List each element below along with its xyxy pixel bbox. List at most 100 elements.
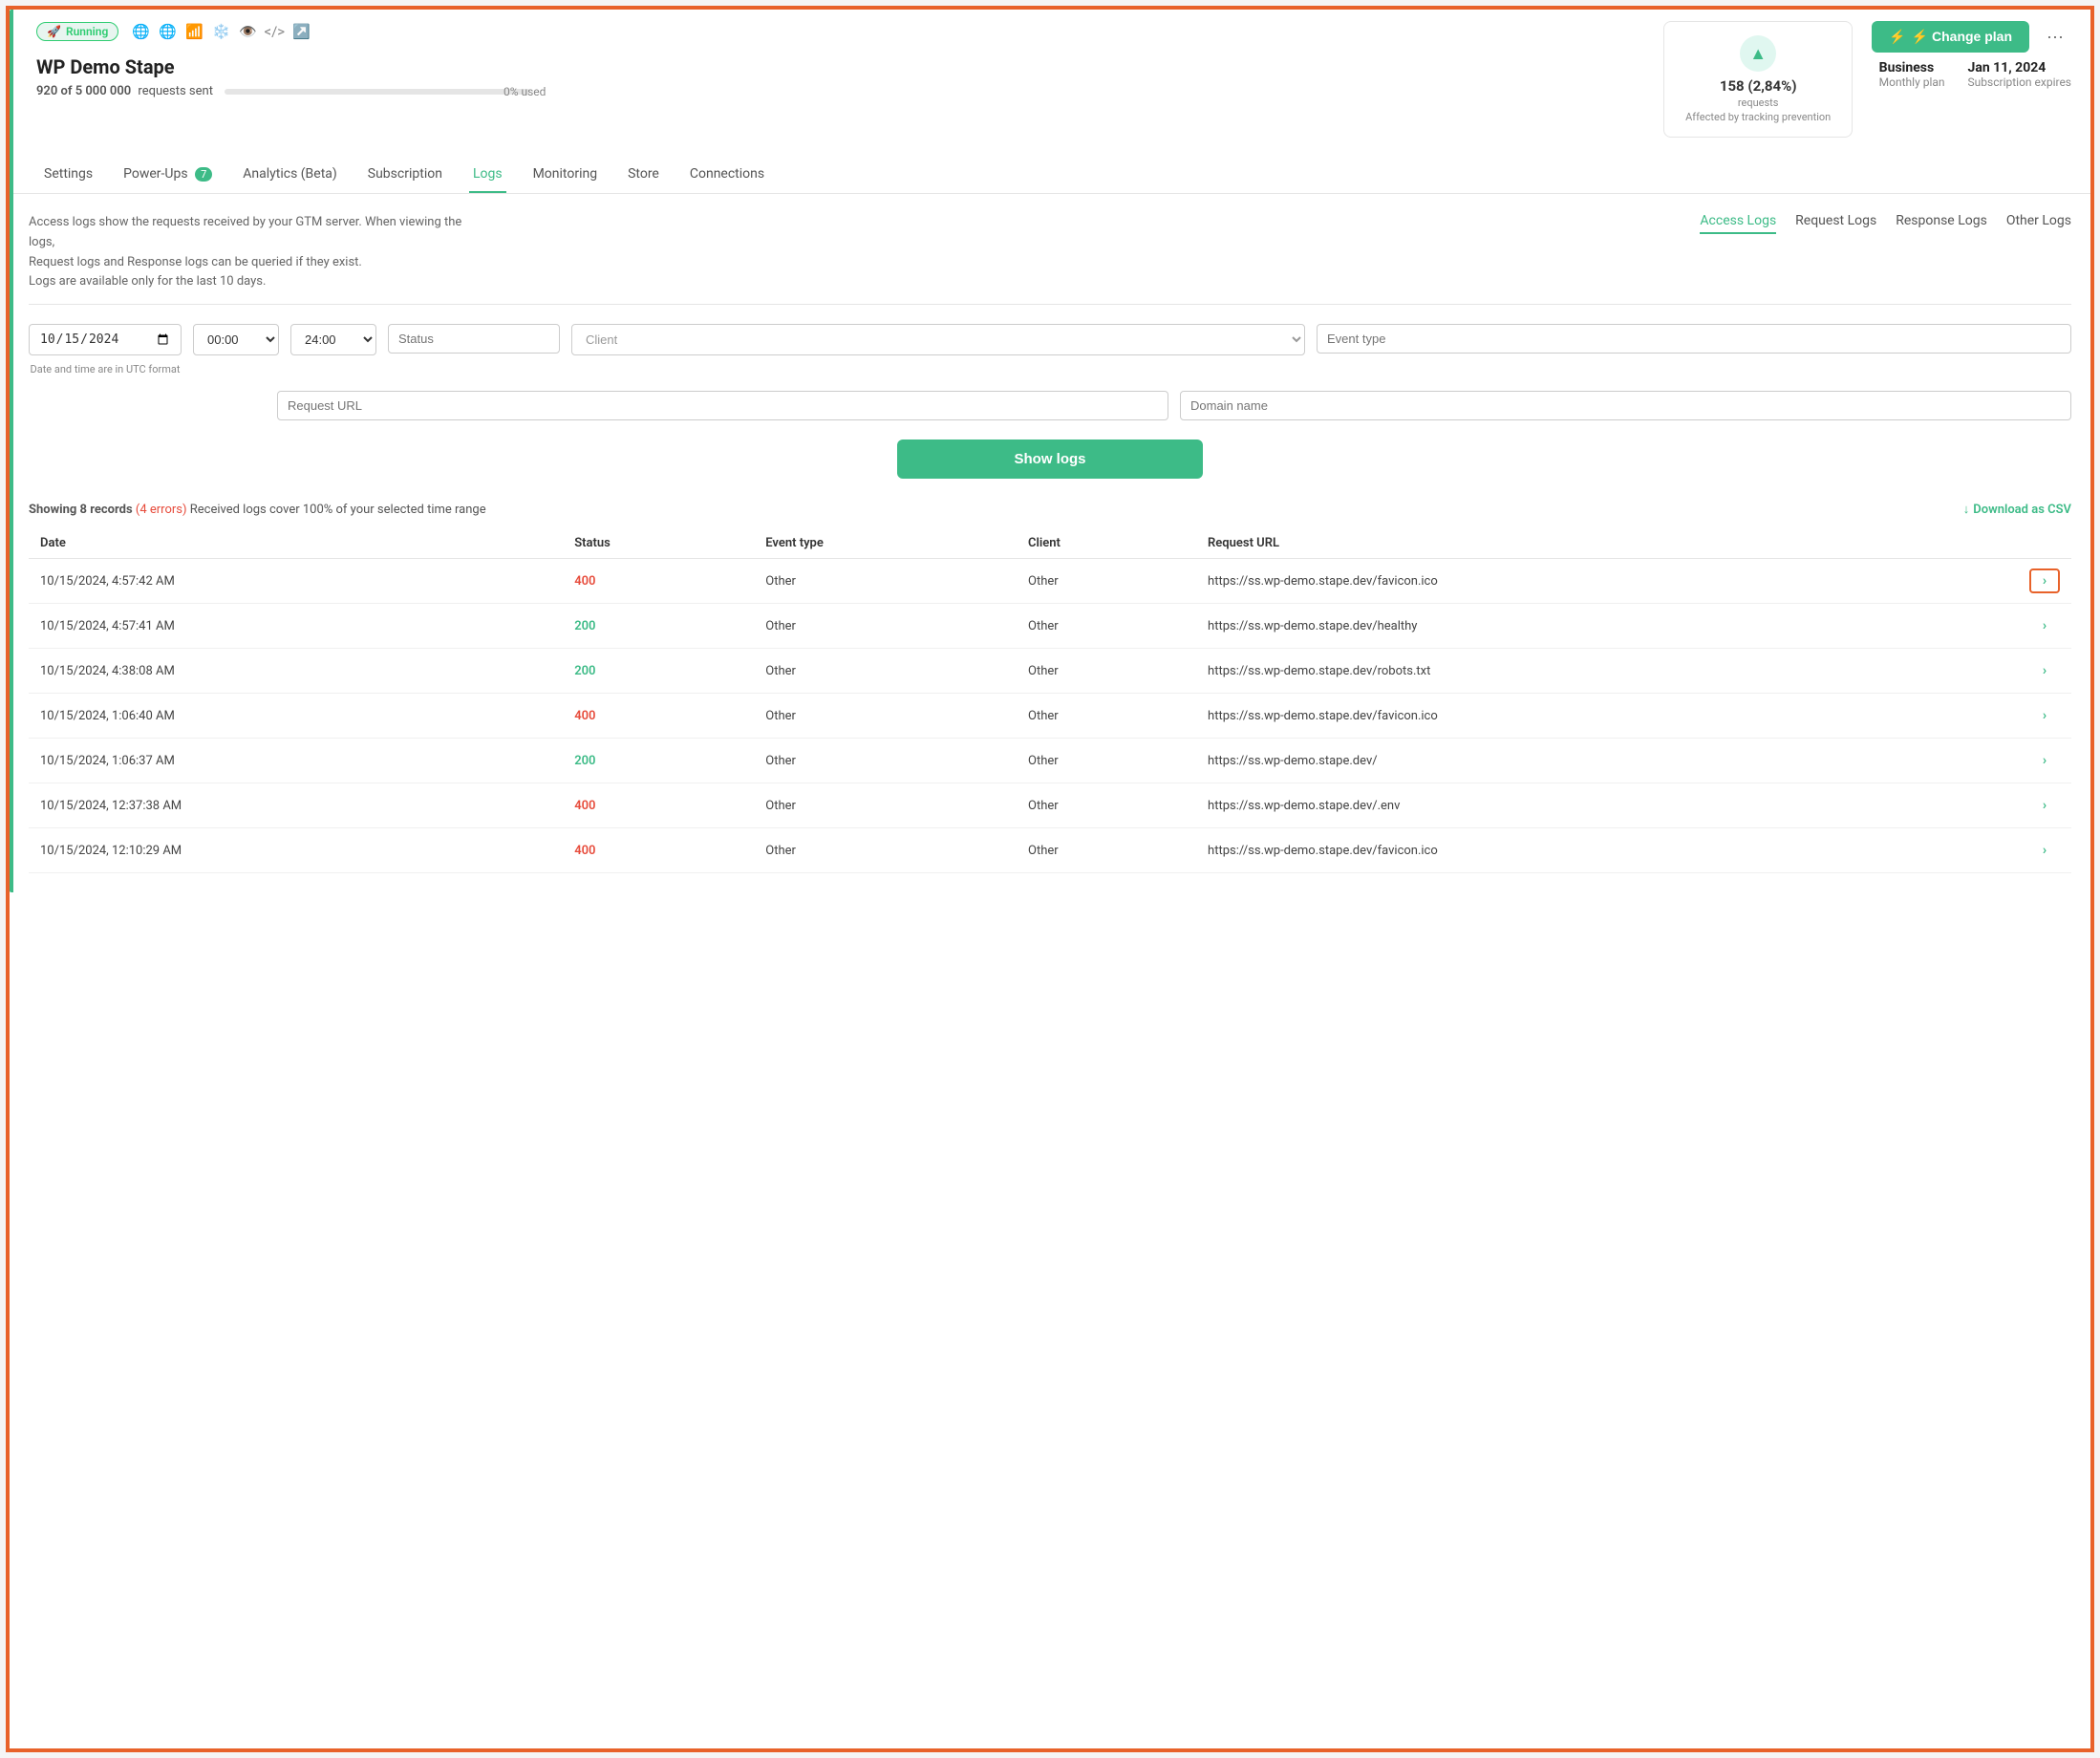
tab-logs[interactable]: Logs [469,157,506,193]
cell-status: 200 [563,739,754,783]
tab-store[interactable]: Store [624,157,663,193]
records-info: Showing 8 records (4 errors) Received lo… [29,502,2071,517]
log-section-header: Access logs show the requests received b… [29,213,2071,305]
tab-access-logs[interactable]: Access Logs [1700,213,1776,234]
network-icon: 🌐 [157,21,178,42]
download-icon: ↓ [1963,502,1970,517]
col-status: Status [563,528,754,559]
arrow-icon: ↗️ [290,21,311,42]
tab-other-logs[interactable]: Other Logs [2006,213,2071,234]
more-options-button[interactable]: ··· [2039,23,2071,51]
domain-name-filter[interactable] [1180,391,2071,420]
progress-bar [225,89,530,95]
cell-status: 400 [563,783,754,828]
user-icon: ❄️ [210,21,231,42]
cell-url: https://ss.wp-demo.stape.dev/favicon.ico [1196,694,2018,739]
cell-client: Other [1017,828,1196,873]
rocket-icon: 🚀 [47,25,61,38]
row-detail-button[interactable]: › [2029,793,2060,818]
nav-tabs: Settings Power-Ups 7 Analytics (Beta) Su… [36,157,2071,193]
show-logs-button[interactable]: Show logs [897,440,1203,479]
cell-event-type: Other [754,739,1017,783]
bars-icon: 📶 [183,21,204,42]
table-row: 10/15/2024, 4:38:08 AM 200 Other Other h… [29,649,2071,694]
status-filter[interactable] [388,324,560,354]
tab-subscription[interactable]: Subscription [364,157,446,193]
cell-url: https://ss.wp-demo.stape.dev/healthy [1196,604,2018,649]
date-filter-group: Date and time are in UTC format [29,324,182,375]
time-from-select[interactable]: 00:00 01:00 02:00 [193,324,279,355]
cell-action[interactable]: › [2018,649,2071,694]
cell-date: 10/15/2024, 12:37:38 AM [29,783,563,828]
cell-action[interactable]: › [2018,604,2071,649]
shield-icon: 👁️ [237,21,258,42]
plan-name: Business Monthly plan [1879,60,1945,89]
show-logs-container: Show logs [29,440,2071,479]
row-detail-button[interactable]: › [2029,838,2060,863]
row-detail-button[interactable]: › [2029,703,2060,728]
tab-settings[interactable]: Settings [40,157,96,193]
cell-date: 10/15/2024, 4:57:42 AM [29,559,563,604]
cell-action[interactable]: › [2018,828,2071,873]
col-request-url: Request URL [1196,528,2018,559]
row-detail-button[interactable]: › [2029,568,2060,593]
date-input[interactable] [29,324,182,355]
table-row: 10/15/2024, 1:06:40 AM 400 Other Other h… [29,694,2071,739]
cell-date: 10/15/2024, 1:06:40 AM [29,694,563,739]
table-row: 10/15/2024, 12:37:38 AM 400 Other Other … [29,783,2071,828]
col-actions [2018,528,2071,559]
cell-date: 10/15/2024, 12:10:29 AM [29,828,563,873]
cell-status: 400 [563,694,754,739]
change-plan-button[interactable]: ⚡ ⚡ Change plan [1872,21,2029,53]
cell-status: 400 [563,828,754,873]
cell-date: 10/15/2024, 4:38:08 AM [29,649,563,694]
cell-url: https://ss.wp-demo.stape.dev/favicon.ico [1196,828,2018,873]
cell-action[interactable]: › [2018,559,2071,604]
cell-event-type: Other [754,694,1017,739]
event-type-filter[interactable] [1317,324,2071,354]
cell-event-type: Other [754,783,1017,828]
table-row: 10/15/2024, 1:06:37 AM 200 Other Other h… [29,739,2071,783]
client-filter[interactable]: Client [571,324,1305,355]
table-row: 10/15/2024, 4:57:42 AM 400 Other Other h… [29,559,2071,604]
tab-response-logs[interactable]: Response Logs [1896,213,1987,234]
cell-client: Other [1017,783,1196,828]
log-description: Access logs show the requests received b… [29,213,487,292]
tab-powerups[interactable]: Power-Ups 7 [119,157,216,193]
cell-client: Other [1017,694,1196,739]
header-right: ⚡ ⚡ Change plan ··· Business Monthly pla… [1872,21,2071,89]
cell-event-type: Other [754,649,1017,694]
cell-client: Other [1017,649,1196,694]
time-to-select[interactable]: 24:00 23:00 22:00 [290,324,376,355]
cell-event-type: Other [754,604,1017,649]
log-table: Date Status Event type Client Request UR… [29,528,2071,873]
cell-status: 200 [563,604,754,649]
tracking-prevention-box: ▲ 158 (2,84%) requests Affected by track… [1663,21,1853,138]
row-detail-button[interactable]: › [2029,658,2060,683]
cell-client: Other [1017,559,1196,604]
plan-info: Business Monthly plan Jan 11, 2024 Subsc… [1879,60,2071,89]
tab-analytics[interactable]: Analytics (Beta) [239,157,341,193]
cell-action[interactable]: › [2018,783,2071,828]
utc-note: Date and time are in UTC format [29,363,182,375]
row-detail-button[interactable]: › [2029,613,2060,638]
cell-status: 200 [563,649,754,694]
cell-action[interactable]: › [2018,739,2071,783]
cell-client: Other [1017,739,1196,783]
log-type-tabs: Access Logs Request Logs Response Logs O… [1700,213,2071,234]
tab-connections[interactable]: Connections [686,157,768,193]
records-info-left: Showing 8 records (4 errors) Received lo… [29,503,486,517]
site-icons: 🌐 🌐 📶 ❄️ 👁️ </> ↗️ [130,21,311,42]
code-icon: </> [264,21,285,42]
cell-date: 10/15/2024, 1:06:37 AM [29,739,563,783]
download-csv-link[interactable]: ↓ Download as CSV [1963,502,2071,517]
filters-row-2 [29,391,2071,420]
row-detail-button[interactable]: › [2029,748,2060,773]
request-url-filter[interactable] [277,391,1168,420]
cell-action[interactable]: › [2018,694,2071,739]
tab-monitoring[interactable]: Monitoring [529,157,602,193]
requests-info: 920 of 5 000 000 requests sent [36,84,213,98]
tab-request-logs[interactable]: Request Logs [1795,213,1876,234]
col-client: Client [1017,528,1196,559]
cell-url: https://ss.wp-demo.stape.dev/favicon.ico [1196,559,2018,604]
